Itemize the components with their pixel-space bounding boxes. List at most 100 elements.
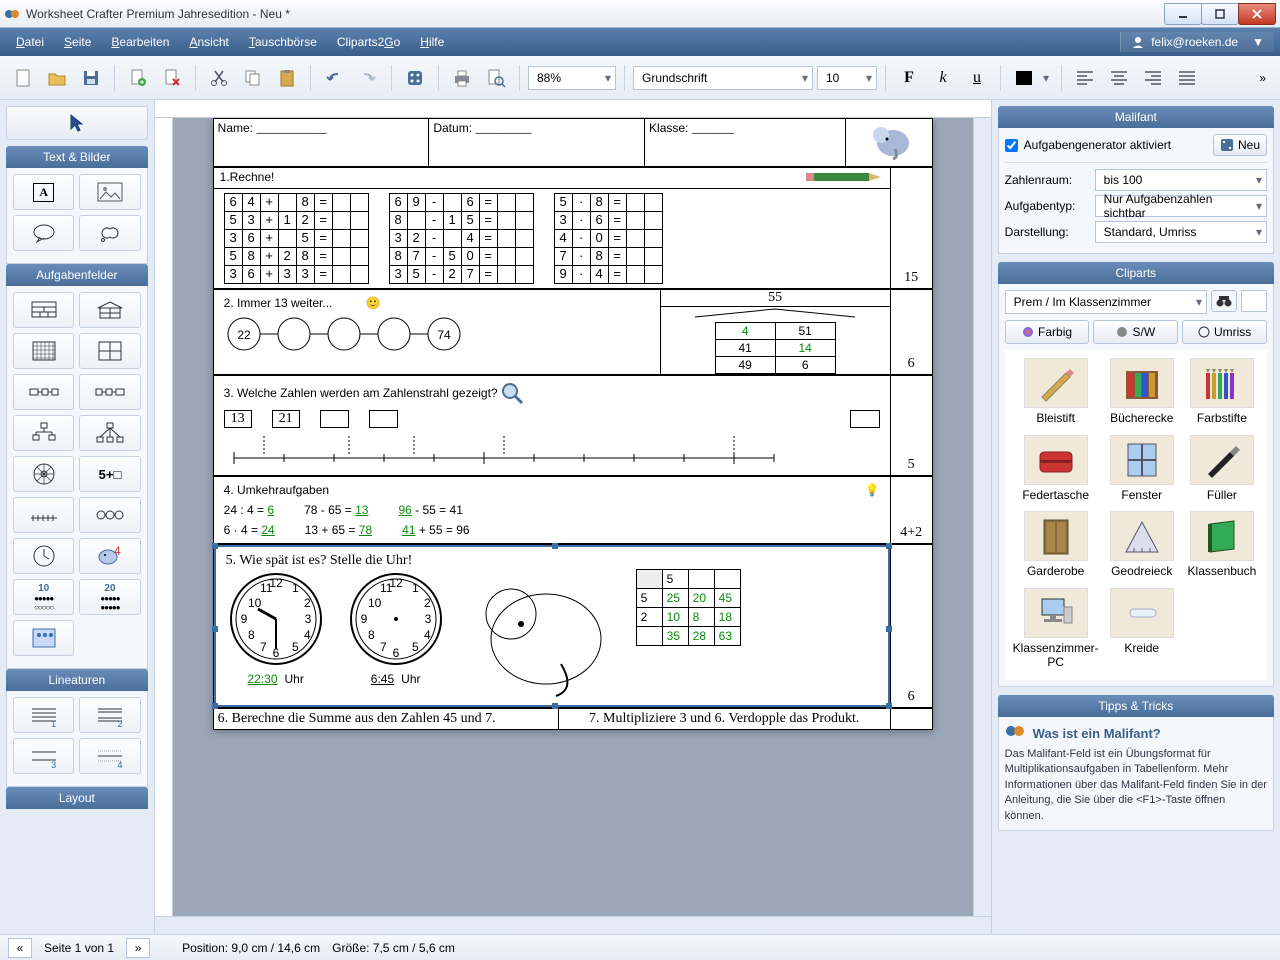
chain-right-tool[interactable] [79,374,140,410]
clipart-fenster[interactable]: Fenster [1105,435,1179,506]
clipart-kreide[interactable]: Kreide [1105,588,1179,673]
abacus-tool[interactable] [13,620,74,656]
clipart-klassenzimmer-pc[interactable]: Klassenzimmer-PC [1013,588,1099,673]
clipart-klassenbuch[interactable]: Klassenbuch [1185,511,1259,582]
clipart-color-swatch[interactable] [1241,290,1267,312]
clipart-füller[interactable]: Füller [1185,435,1259,506]
clipart-bücherecke[interactable]: Bücherecke [1105,358,1179,429]
menu-cliparts2go[interactable]: Cliparts2Go [327,32,410,52]
toolbar-overflow-button[interactable]: » [1253,71,1272,85]
seg-farbig[interactable]: Farbig [1005,320,1090,344]
preview-button[interactable] [481,63,511,93]
darstellung-combo[interactable]: Standard, Umriss▾ [1095,221,1267,243]
selection-tool[interactable] [6,106,148,140]
svg-text:4: 4 [424,628,431,642]
vertical-scrollbar[interactable] [973,118,991,916]
wheel-tool[interactable] [13,456,74,492]
fontsize-combo[interactable]: 10▾ [817,66,877,90]
clipart-bleistift[interactable]: Bleistift [1013,358,1099,429]
align-left-button[interactable] [1070,63,1100,93]
malifant-tool[interactable]: 4 [79,538,140,574]
zahlenraum-combo[interactable]: bis 100▾ [1095,169,1267,191]
cut-button[interactable] [204,63,234,93]
clipart-garderobe[interactable]: Garderobe [1013,511,1099,582]
tree-net-tool[interactable] [79,415,140,451]
color-dropdown-icon[interactable]: ▾ [1043,71,1053,85]
lineatur-2-tool[interactable]: 2 [79,697,140,733]
save-button[interactable] [76,63,106,93]
ex4-title: 4. Umkehraufgaben [224,483,329,497]
text-field-tool[interactable]: A [13,174,74,210]
seg-umriss[interactable]: Umriss [1182,320,1267,344]
italic-button[interactable]: k [928,63,958,93]
text-color-button[interactable] [1009,63,1039,93]
thought-bubble-tool[interactable] [79,215,140,251]
tens-20-tool[interactable]: 20●●●●●●●●●● [79,579,140,615]
open-file-button[interactable] [42,63,72,93]
image-tool[interactable] [79,174,140,210]
lineatur-4-tool[interactable]: 4 [79,738,140,774]
next-page-button[interactable]: » [126,938,150,958]
clipart-farbstifte[interactable]: Farbstifte [1185,358,1259,429]
maximize-button[interactable] [1201,3,1239,25]
speech-bubble-tool[interactable] [13,215,74,251]
paste-button[interactable] [272,63,302,93]
prev-page-button[interactable]: « [8,938,32,958]
dice-button[interactable] [400,63,430,93]
menu-hilfe[interactable]: Hilfe [410,32,454,52]
clipart-search-button[interactable] [1211,290,1237,312]
lineatur-3-tool[interactable]: 3 [13,738,74,774]
tens-10-tool[interactable]: 10●●●●●○○○○○ [13,579,74,615]
clock-tool[interactable] [13,538,74,574]
grid-coarse-tool[interactable] [79,333,140,369]
clipart-federtasche[interactable]: Federtasche [1013,435,1099,506]
bold-button[interactable]: F [894,63,924,93]
svg-text:4: 4 [304,628,311,642]
underline-button[interactable]: u [962,63,992,93]
add-page-button[interactable] [123,63,153,93]
neu-button[interactable]: Neu [1213,134,1267,156]
aufgabentyp-combo[interactable]: Nur Aufgabenzahlen sichtbar▾ [1095,195,1267,217]
numberline-tool[interactable] [13,497,74,533]
undo-button[interactable] [319,63,349,93]
selected-field[interactable]: 5. Wie spät ist es? Stelle die Uhr! 1236… [214,545,890,707]
tree-down-tool[interactable] [13,415,74,451]
ex2-title: 2. Immer 13 weiter... [224,296,333,310]
align-right-button[interactable] [1138,63,1168,93]
horizontal-scrollbar[interactable] [155,916,991,934]
menu-bearbeiten[interactable]: Bearbeiten [101,32,179,52]
grid-fine-tool[interactable] [13,333,74,369]
user-account[interactable]: felix@roeken.de ▼ [1120,32,1274,52]
menu-ansicht[interactable]: Ansicht [179,32,238,52]
class-label: Klasse: [649,121,688,135]
chain-circles-tool[interactable] [79,497,140,533]
minimize-button[interactable] [1164,3,1202,25]
generator-checkbox[interactable] [1005,139,1018,152]
tips-title: Was ist ein Malifant? [1033,726,1161,741]
house-tool[interactable] [79,292,140,328]
new-file-button[interactable] [8,63,38,93]
brickwall-tool[interactable] [13,292,74,328]
seg-sw[interactable]: S/W [1093,320,1178,344]
elephant-outline-icon [466,569,616,699]
equation-tool[interactable]: 5+□ [79,456,140,492]
vertical-ruler[interactable] [155,118,173,916]
align-justify-button[interactable] [1172,63,1202,93]
horizontal-ruler[interactable] [155,100,991,118]
redo-button[interactable] [353,63,383,93]
worksheet-page[interactable]: Name: __________ Datum: ________ Klasse:… [213,118,933,730]
lineatur-1-tool[interactable]: 1 [13,697,74,733]
menu-seite[interactable]: Seite [54,32,101,52]
close-button[interactable] [1238,3,1276,25]
clipart-geodreieck[interactable]: Geodreieck [1105,511,1179,582]
zoom-combo[interactable]: 88%▾ [528,66,616,90]
clipart-category-combo[interactable]: Prem / Im Klassenzimmer▾ [1005,290,1207,314]
chain-left-tool[interactable] [13,374,74,410]
menu-tauschboerse[interactable]: Tauschbörse [239,32,327,52]
menu-datei[interactable]: Datei [6,32,54,52]
delete-page-button[interactable] [157,63,187,93]
copy-button[interactable] [238,63,268,93]
print-button[interactable] [447,63,477,93]
font-combo[interactable]: Grundschrift▾ [633,66,813,90]
align-center-button[interactable] [1104,63,1134,93]
